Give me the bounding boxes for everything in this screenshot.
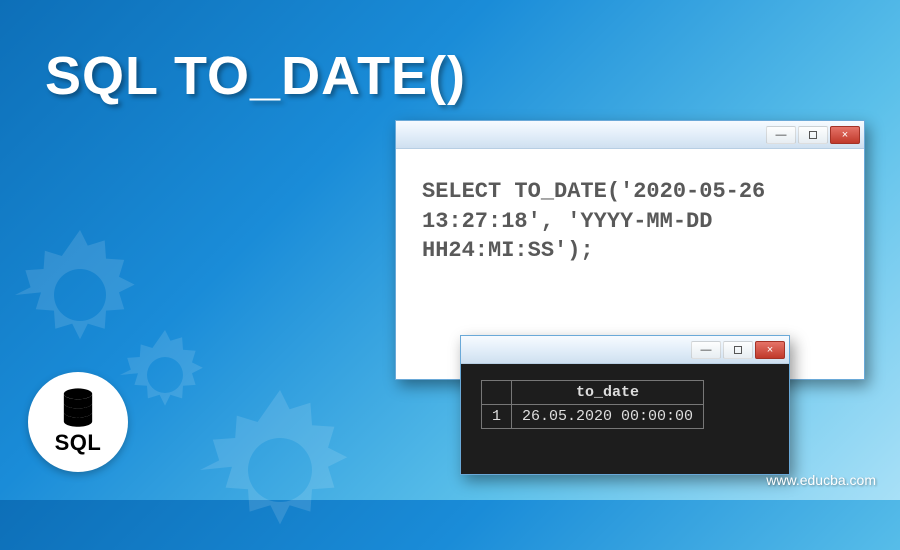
minimize-button[interactable]: —	[691, 341, 721, 359]
row-index: 1	[482, 405, 512, 429]
table-header-row: to_date	[482, 381, 704, 405]
page-title: SQL TO_DATE()	[45, 45, 466, 107]
gear-icon	[120, 330, 210, 420]
window-titlebar: — ×	[396, 121, 864, 149]
close-button[interactable]: ×	[755, 341, 785, 359]
result-window: — × to_date 1 26.05.2020 00:00:00	[460, 335, 790, 475]
row-header-blank	[482, 381, 512, 405]
code-content: SELECT TO_DATE('2020-05-26 13:27:18', 'Y…	[396, 149, 864, 294]
table-row: 1 26.05.2020 00:00:00	[482, 405, 704, 429]
gear-icon	[200, 390, 360, 550]
square-icon	[734, 346, 742, 354]
badge-label: SQL	[55, 430, 102, 456]
maximize-button[interactable]	[723, 341, 753, 359]
close-button[interactable]: ×	[830, 126, 860, 144]
column-header: to_date	[512, 381, 704, 405]
database-icon	[61, 388, 95, 428]
maximize-button[interactable]	[798, 126, 828, 144]
result-body: to_date 1 26.05.2020 00:00:00	[461, 364, 789, 474]
window-titlebar: — ×	[461, 336, 789, 364]
minimize-button[interactable]: —	[766, 126, 796, 144]
square-icon	[809, 131, 817, 139]
cell-value: 26.05.2020 00:00:00	[512, 405, 704, 429]
result-table: to_date 1 26.05.2020 00:00:00	[481, 380, 704, 429]
sql-badge: SQL	[28, 372, 128, 472]
footer-url: www.educba.com	[766, 472, 876, 488]
